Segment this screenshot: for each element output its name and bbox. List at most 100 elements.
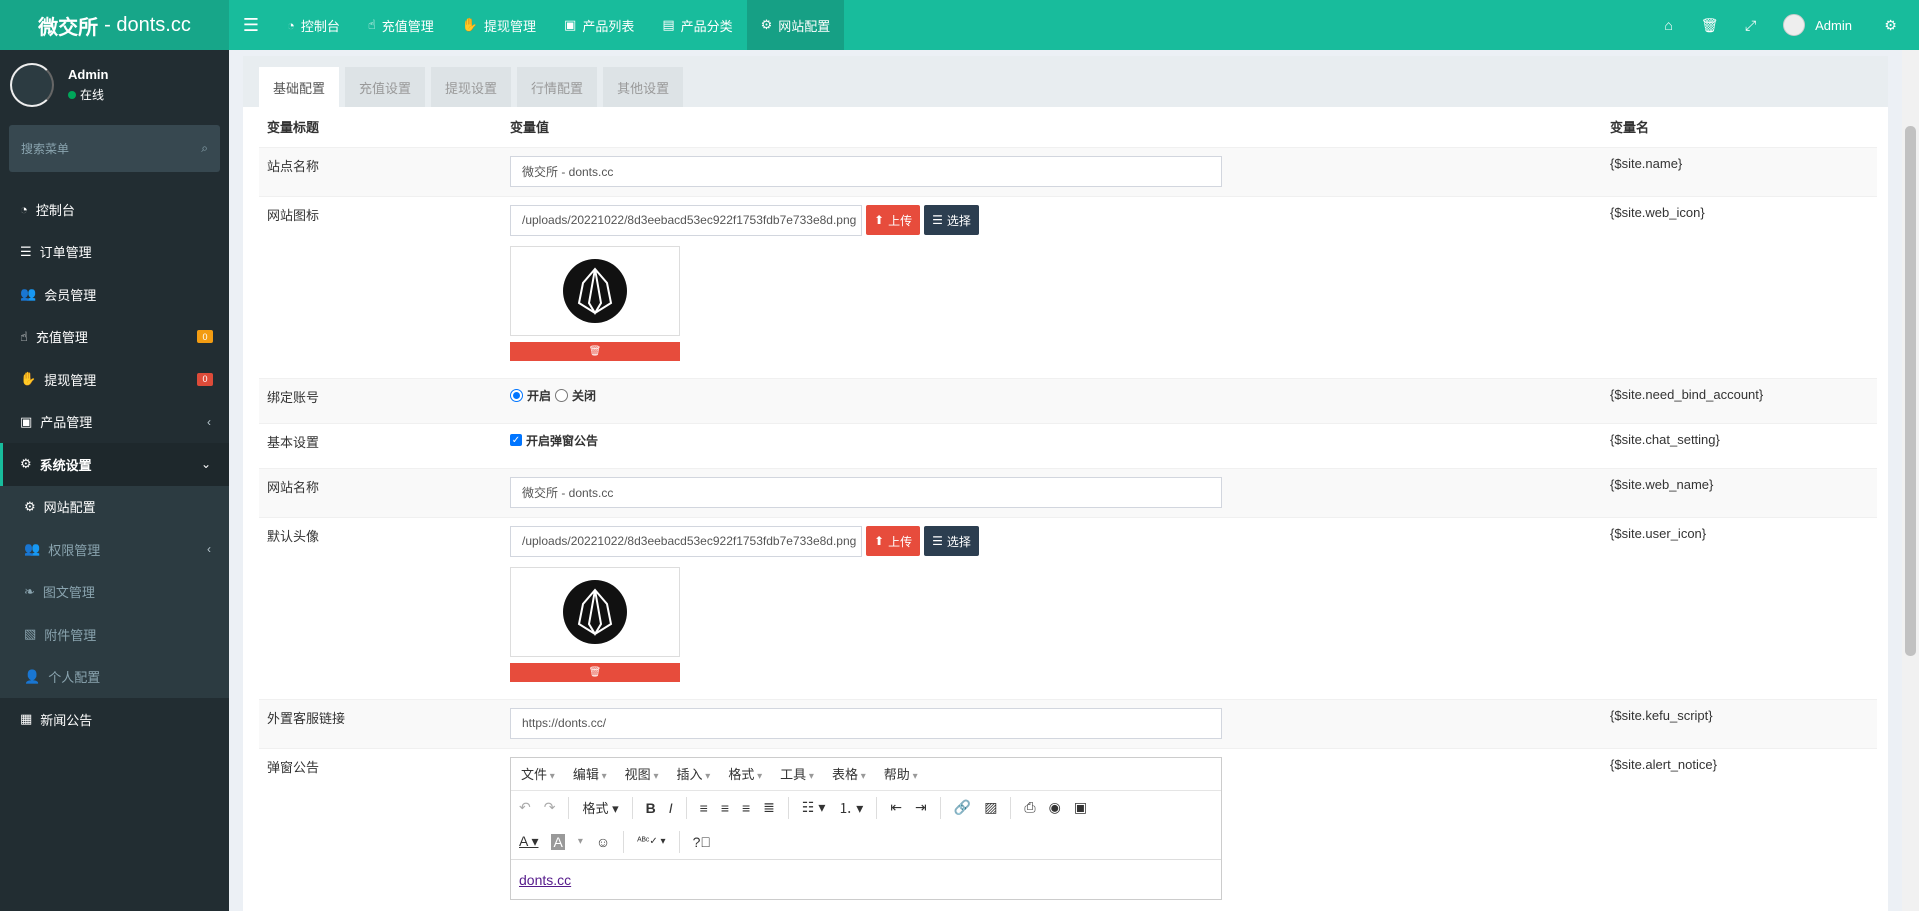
sidebar-item-site-config[interactable]: ⚙ 网站配置 bbox=[0, 486, 229, 529]
editor-menu-insert[interactable]: 插入 bbox=[676, 764, 710, 783]
popup-notice-checkbox[interactable]: ✓ 开启弹窗公告 bbox=[510, 432, 1594, 449]
sidebar-submenu: ⚙ 网站配置 👥 权限管理 ‹ ❧ 图文管理 ▧ 附件管理 👤 个人配置 bbox=[0, 485, 229, 699]
format-dropdown[interactable]: 格式 ▾ bbox=[582, 798, 618, 817]
preview-icon[interactable]: ◉ bbox=[1049, 799, 1061, 816]
scrollbar-thumb[interactable] bbox=[1905, 126, 1916, 656]
topnav-dashboard[interactable]: ◔ 控制台 bbox=[273, 0, 354, 50]
check-icon: ✓ bbox=[510, 434, 522, 446]
topnav-recharge[interactable]: ☝ 充值管理 bbox=[354, 0, 448, 50]
var-name: {$site.kefu_script} bbox=[1602, 698, 1877, 748]
sidebar-item-products[interactable]: ▣ 产品管理 ‹ bbox=[0, 401, 229, 444]
indent-icon[interactable]: ⇥ bbox=[915, 799, 927, 816]
topnav-categories[interactable]: ▤ 产品分类 bbox=[648, 0, 746, 50]
align-justify-icon[interactable]: ≣ bbox=[763, 799, 775, 816]
row-title: 弹窗公告 bbox=[259, 747, 502, 908]
settings-button[interactable]: ⚙ bbox=[1870, 17, 1911, 34]
topnav-withdraw[interactable]: ✋ 提现管理 bbox=[448, 0, 550, 50]
delete-image-button[interactable]: 🗑 bbox=[510, 341, 680, 361]
undo-icon[interactable]: ↶ bbox=[519, 799, 531, 816]
bg-color-icon[interactable]: A bbox=[551, 833, 565, 850]
sidebar-item-auth[interactable]: 👥 权限管理 ‹ bbox=[0, 528, 229, 571]
row-title: 网站名称 bbox=[259, 467, 502, 517]
image-icon[interactable]: ▨ bbox=[984, 799, 997, 816]
user-icon-input[interactable]: /uploads/20221022/8d3eebacd53ec922f1753f… bbox=[510, 525, 862, 557]
sidebar-item-members[interactable]: 👥 会员管理 bbox=[0, 273, 229, 316]
editor-menu-view[interactable]: 视图 bbox=[625, 764, 659, 783]
sidebar-item-orders[interactable]: ☰ 订单管理 bbox=[0, 231, 229, 274]
spellcheck-icon[interactable]: ᴬᴮᶜ✓ ▾ bbox=[637, 836, 665, 847]
list-alt-icon: ▤ bbox=[662, 17, 675, 32]
select-button[interactable]: ☰ 选择 bbox=[924, 526, 979, 556]
file-image-icon: ▧ bbox=[24, 626, 37, 642]
tab-market[interactable]: 行情配置 bbox=[517, 67, 598, 107]
site-name-input[interactable]: 微交所 - donts.cc bbox=[510, 155, 1222, 187]
users-icon: 👥 bbox=[24, 541, 41, 557]
var-name: {$site.need_bind_account} bbox=[1602, 377, 1877, 423]
delete-image-button[interactable]: 🗑 bbox=[510, 662, 680, 682]
tab-other[interactable]: 其他设置 bbox=[603, 67, 684, 107]
page-scrollbar[interactable] bbox=[1902, 50, 1919, 911]
editor-menu-tools[interactable]: 工具 bbox=[780, 764, 814, 783]
emoji-icon[interactable]: ☺ bbox=[596, 834, 610, 850]
sidebar-item-articles[interactable]: ❧ 图文管理 bbox=[0, 571, 229, 614]
align-right-icon[interactable]: ≡ bbox=[742, 800, 750, 816]
search-input[interactable]: 搜索菜单 ⌕ bbox=[9, 125, 220, 172]
editor-menu-help[interactable]: 帮助 bbox=[884, 764, 918, 783]
user-menu[interactable]: Admin bbox=[1771, 14, 1870, 36]
sidebar-item-withdraw[interactable]: ✋ 提现管理 0 bbox=[0, 358, 229, 401]
outdent-icon[interactable]: ⇤ bbox=[890, 799, 902, 816]
top-right-actions: ⌂ 🗑 ⤢ Admin ⚙ bbox=[1648, 0, 1919, 50]
content-link[interactable]: donts.cc bbox=[519, 872, 571, 888]
bullet-list-icon[interactable]: ☷ ▾ bbox=[802, 799, 825, 816]
select-button[interactable]: ☰ 选择 bbox=[924, 205, 979, 235]
media-icon[interactable]: ▣ bbox=[1074, 799, 1087, 816]
align-center-icon[interactable]: ≡ bbox=[721, 800, 729, 816]
align-left-icon[interactable]: ≡ bbox=[700, 800, 708, 816]
sidebar-item-profile[interactable]: 👤 个人配置 bbox=[0, 656, 229, 699]
italic-icon[interactable]: I bbox=[669, 800, 673, 816]
sidebar-item-attachments[interactable]: ▧ 附件管理 bbox=[0, 613, 229, 656]
sidebar-toggle-button[interactable]: ☰ bbox=[229, 0, 273, 50]
var-name: {$site.user_icon} bbox=[1602, 516, 1877, 699]
topnav-products[interactable]: ▣ 产品列表 bbox=[550, 0, 648, 50]
cogs-icon: ⚙ bbox=[20, 456, 32, 472]
tab-recharge[interactable]: 充值设置 bbox=[345, 67, 426, 107]
bind-account-off-radio[interactable]: 关闭 bbox=[555, 387, 596, 404]
hand-pointer-icon: ☝ bbox=[20, 328, 28, 344]
tab-withdraw[interactable]: 提现设置 bbox=[431, 67, 512, 107]
home-button[interactable]: ⌂ bbox=[1648, 17, 1689, 33]
editor-menu-table[interactable]: 表格 bbox=[832, 764, 866, 783]
online-dot-icon bbox=[68, 90, 76, 99]
text-color-icon[interactable]: A ▾ bbox=[519, 833, 538, 850]
sidebar-item-recharge[interactable]: ☝ 充值管理 0 bbox=[0, 316, 229, 359]
upload-button[interactable]: ⬆ 上传 bbox=[866, 205, 921, 235]
print-icon[interactable]: ⎙ bbox=[1024, 799, 1035, 816]
config-panel: 基础配置 充值设置 提现设置 行情配置 其他设置 变量标题 变量值 变量名 站点… bbox=[243, 56, 1888, 911]
clear-cache-button[interactable]: 🗑 bbox=[1689, 17, 1730, 34]
row-title: 站点名称 bbox=[259, 146, 502, 196]
web-name-input[interactable]: 微交所 - donts.cc bbox=[510, 476, 1222, 508]
help-icon[interactable]: ?⃝ bbox=[693, 834, 711, 850]
bold-icon[interactable]: B bbox=[646, 800, 656, 816]
web-icon-input[interactable]: /uploads/20221022/8d3eebacd53ec922f1753f… bbox=[510, 204, 862, 236]
column-header: 变量值 bbox=[510, 120, 550, 136]
sidebar-item-dashboard[interactable]: ◔ 控制台 bbox=[0, 188, 229, 231]
sidebar-item-system[interactable]: ⚙ 系统设置 ⌄ bbox=[0, 443, 229, 486]
editor-menu-edit[interactable]: 编辑 bbox=[573, 764, 607, 783]
editor-menu-file[interactable]: 文件 bbox=[521, 764, 555, 783]
sidebar: Admin 在线 搜索菜单 ⌕ ◔ 控制台 ☰ 订单管理 👥 会员管理 ☝ 充值管理 0 … bbox=[0, 50, 229, 911]
fullscreen-button[interactable]: ⤢ bbox=[1730, 17, 1771, 34]
link-icon[interactable]: 🔗 bbox=[954, 799, 971, 816]
bind-account-on-radio[interactable]: 开启 bbox=[510, 387, 551, 404]
upload-button[interactable]: ⬆ 上传 bbox=[866, 526, 921, 556]
sidebar-item-news[interactable]: ▦ 新闻公告 bbox=[0, 698, 229, 741]
logo[interactable]: 微交所 - donts.cc bbox=[0, 0, 229, 50]
editor-content[interactable]: donts.cc bbox=[511, 858, 1221, 899]
kefu-link-input[interactable]: https://donts.cc/ bbox=[510, 707, 1222, 739]
editor-menu-format[interactable]: 格式 bbox=[728, 764, 762, 783]
redo-icon[interactable]: ↷ bbox=[544, 799, 556, 816]
gear-icon: ⚙ bbox=[760, 17, 773, 32]
tab-basic[interactable]: 基础配置 bbox=[259, 67, 340, 107]
topnav-site-config[interactable]: ⚙ 网站配置 bbox=[746, 0, 845, 50]
numbered-list-icon[interactable]: ⒈ ▾ bbox=[838, 798, 863, 818]
